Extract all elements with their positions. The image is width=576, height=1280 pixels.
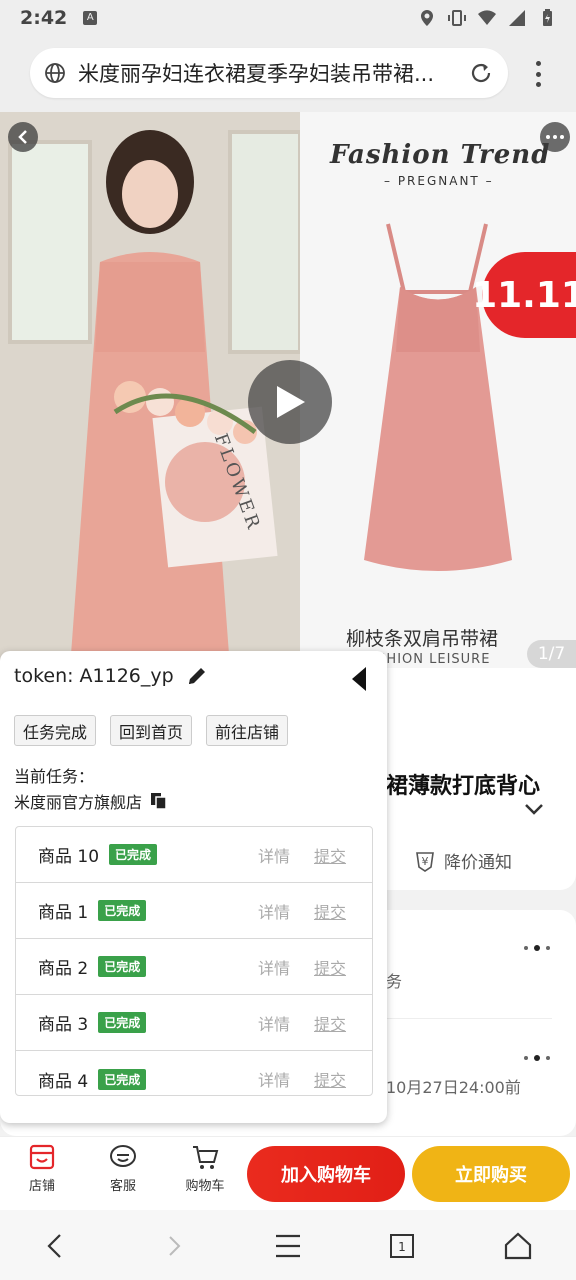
overlay-buttons: 任务完成 回到首页 前往店铺 bbox=[14, 715, 289, 746]
play-video-button[interactable] bbox=[248, 360, 332, 444]
menu-kebab-icon[interactable] bbox=[528, 58, 548, 90]
yen-bell-icon: ¥ bbox=[416, 851, 434, 872]
current-task-label: 当前任务： bbox=[14, 767, 95, 786]
nav-back-icon[interactable] bbox=[40, 1230, 72, 1262]
service-more-icon[interactable] bbox=[524, 945, 550, 951]
task-name: 商品 1 bbox=[38, 903, 89, 923]
globe-icon bbox=[45, 63, 65, 83]
task-list: 商品 10 已完成 详情 提交 商品 1 已完成 详情 提交 商品 2 已完成 … bbox=[15, 826, 373, 1096]
collapse-panel-icon[interactable] bbox=[350, 665, 368, 693]
promo-badge: 11.11 bbox=[472, 252, 576, 338]
vibrate-icon bbox=[448, 9, 466, 27]
price-notify-label: 降价通知 bbox=[444, 853, 512, 873]
status-badge: 已完成 bbox=[98, 900, 147, 921]
reload-icon[interactable] bbox=[468, 60, 494, 86]
location-icon bbox=[418, 9, 436, 27]
wifi-icon bbox=[478, 9, 496, 27]
image-page-indicator: 1/7 bbox=[527, 640, 576, 668]
detail-link[interactable]: 详情 bbox=[258, 1011, 290, 1035]
signal-icon bbox=[508, 9, 526, 27]
nav-menu-icon[interactable] bbox=[272, 1230, 304, 1262]
task-name: 商品 3 bbox=[38, 1015, 89, 1035]
divider bbox=[386, 1018, 552, 1019]
fashion-subtitle: – PREGNANT – bbox=[384, 174, 494, 188]
delivery-more-icon[interactable] bbox=[524, 1055, 550, 1061]
dress-caption: 柳枝条双肩吊带裙 bbox=[346, 628, 499, 650]
edit-pencil-icon[interactable] bbox=[186, 665, 208, 687]
shop-label: 店铺 bbox=[28, 1179, 55, 1194]
nav-home-icon[interactable] bbox=[502, 1230, 534, 1262]
product-title: 裙薄款打底背心 bbox=[386, 774, 541, 799]
task-row: 商品 3 已完成 详情 提交 bbox=[16, 995, 372, 1051]
submit-link[interactable]: 提交 bbox=[314, 955, 346, 979]
task-row: 商品 2 已完成 详情 提交 bbox=[16, 939, 372, 995]
task-name: 商品 4 bbox=[38, 1071, 89, 1092]
status-icons bbox=[418, 9, 556, 27]
detail-link[interactable]: 详情 bbox=[258, 899, 290, 923]
customer-service-label: 客服 bbox=[109, 1179, 136, 1194]
service-text: 务 bbox=[386, 972, 403, 991]
detail-link[interactable]: 详情 bbox=[258, 1067, 290, 1091]
nav-forward-icon[interactable] bbox=[158, 1230, 190, 1262]
shop-icon bbox=[29, 1144, 55, 1170]
battery-icon bbox=[538, 9, 556, 27]
current-store-name: 米度丽官方旗舰店 bbox=[14, 793, 143, 812]
fashion-title: Fashion Trend bbox=[330, 140, 551, 170]
svg-text:¥: ¥ bbox=[422, 855, 429, 868]
system-nav-bar: 1 bbox=[0, 1210, 576, 1280]
task-row: 商品 4 已完成 详情 提交 bbox=[16, 1051, 372, 1095]
bottom-action-bar: 店铺 客服 购物车 加入购物车 立即购买 bbox=[0, 1136, 576, 1210]
token-label: token: bbox=[14, 665, 74, 687]
more-icon[interactable] bbox=[540, 122, 570, 152]
submit-link[interactable]: 提交 bbox=[314, 1011, 346, 1035]
add-to-cart-button[interactable]: 加入购物车 bbox=[247, 1146, 405, 1202]
task-name: 商品 2 bbox=[38, 959, 89, 979]
submit-link[interactable]: 提交 bbox=[314, 843, 346, 867]
delivery-deadline: 10月27日24:00前 bbox=[386, 1078, 521, 1097]
back-icon[interactable] bbox=[8, 122, 38, 152]
submit-link[interactable]: 提交 bbox=[314, 1067, 346, 1091]
task-overlay-panel: token: A1126_yp 任务完成 回到首页 前往店铺 当前任务： 米度丽… bbox=[0, 651, 387, 1123]
token-row: token: A1126_yp bbox=[14, 665, 208, 687]
cart-button[interactable]: 购物车 bbox=[175, 1143, 235, 1194]
notification-icon: A bbox=[83, 11, 98, 25]
status-time: 2:42 bbox=[20, 7, 68, 29]
nav-tabs-icon[interactable]: 1 bbox=[386, 1230, 418, 1262]
submit-link[interactable]: 提交 bbox=[314, 899, 346, 923]
shop-button[interactable]: 店铺 bbox=[12, 1143, 72, 1194]
buy-now-button[interactable]: 立即购买 bbox=[412, 1146, 570, 1202]
token-value: A1126_yp bbox=[79, 665, 174, 687]
cart-label: 购物车 bbox=[185, 1179, 225, 1194]
status-badge: 已完成 bbox=[109, 844, 158, 865]
back-home-button[interactable]: 回到首页 bbox=[110, 715, 193, 746]
copy-icon[interactable] bbox=[150, 792, 168, 810]
detail-link[interactable]: 详情 bbox=[258, 955, 290, 979]
chevron-down-icon[interactable] bbox=[524, 800, 544, 819]
browser-toolbar: 米度丽孕妇连衣裙夏季孕妇装吊带裙... bbox=[0, 36, 576, 112]
url-bar[interactable]: 米度丽孕妇连衣裙夏季孕妇装吊带裙... bbox=[30, 48, 508, 98]
status-badge: 已完成 bbox=[98, 1068, 147, 1090]
customer-service-button[interactable]: 客服 bbox=[93, 1143, 153, 1194]
go-to-store-button[interactable]: 前往店铺 bbox=[206, 715, 289, 746]
task-complete-button[interactable]: 任务完成 bbox=[14, 715, 97, 746]
status-badge: 已完成 bbox=[98, 1012, 147, 1033]
task-row: 商品 1 已完成 详情 提交 bbox=[16, 883, 372, 939]
status-badge: 已完成 bbox=[98, 956, 147, 977]
page-title: 米度丽孕妇连衣裙夏季孕妇装吊带裙... bbox=[78, 62, 435, 86]
chat-face-icon bbox=[110, 1145, 136, 1167]
task-row: 商品 10 已完成 详情 提交 bbox=[16, 827, 372, 883]
product-gallery[interactable]: FLOWER Fashion Trend – PREGNANT – 柳枝条双肩吊… bbox=[0, 112, 576, 668]
task-name: 商品 10 bbox=[38, 847, 100, 867]
current-store: 米度丽官方旗舰店 bbox=[14, 789, 168, 813]
svg-text:1: 1 bbox=[398, 1240, 406, 1254]
price-notify-button[interactable]: ¥ 降价通知 bbox=[414, 848, 512, 873]
dress-photo bbox=[300, 112, 576, 668]
cart-icon bbox=[193, 1146, 219, 1169]
detail-link[interactable]: 详情 bbox=[258, 843, 290, 867]
status-bar: 2:42 A bbox=[0, 0, 576, 36]
